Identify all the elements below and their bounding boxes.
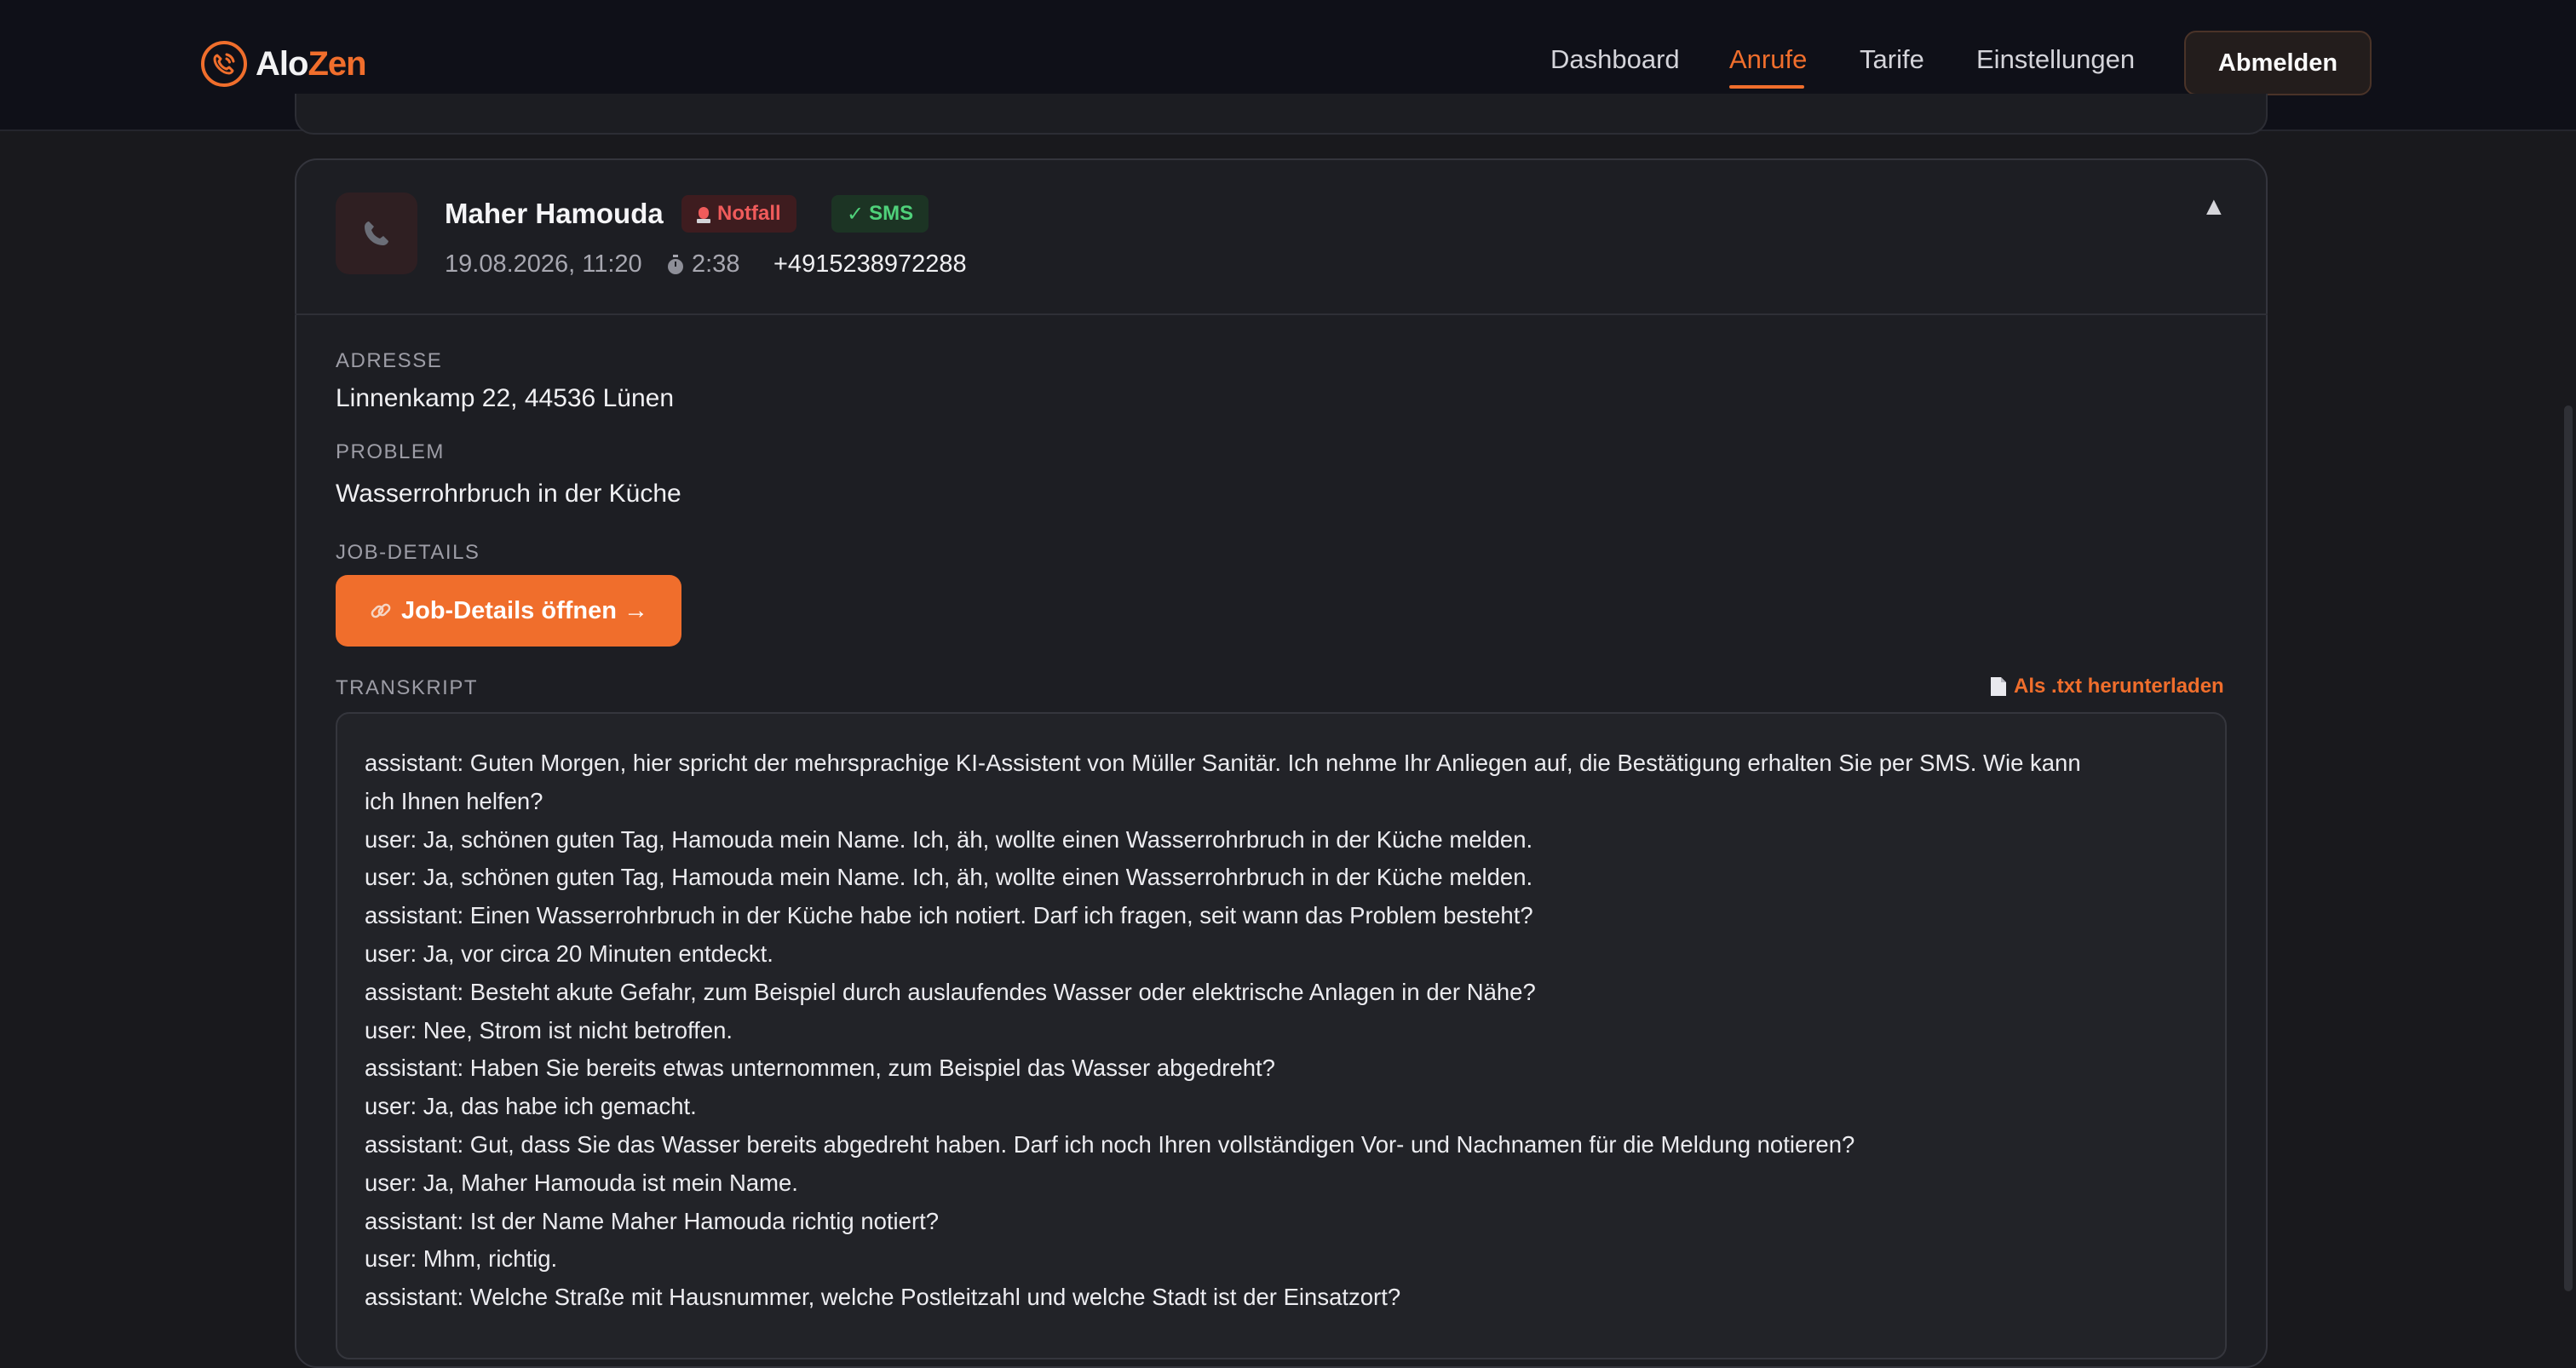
document-icon [1991,677,2006,696]
transcript-line: assistant: Welche Straße mit Hausnummer,… [365,1284,1401,1311]
emergency-badge-label: Notfall [717,202,781,225]
logo-wordmark: AloZen [256,44,367,83]
siren-icon [697,207,710,223]
call-duration-value: 2:38 [692,250,740,278]
call-duration: 2:38 [666,250,739,279]
transcript-line: assistant: Haben Sie bereits etwas unter… [365,1055,1275,1082]
nav-link-dashboard[interactable]: Dashboard [1550,44,1680,75]
download-txt-label: Als .txt herunterladen [2014,675,2224,698]
transcript-line: assistant: Einen Wasserrohrbruch in der … [365,902,1533,929]
transcript-line: assistant: Besteht akute Gefahr, zum Bei… [365,978,1536,1005]
download-txt-link[interactable]: Als .txt herunterladen [1990,675,2224,698]
open-job-details-label: Job-Details öffnen → [400,596,648,624]
address-value: Linnenkamp 22, 44536 Lünen [336,384,675,412]
logo-text-part1: Alo [256,44,308,83]
transcript-line: user: Ja, schönen guten Tag, Hamouda mei… [365,825,1533,853]
transcript-line: ich Ihnen helfen? [365,787,543,814]
emergency-badge: Notfall [681,195,796,233]
phone-icon [365,221,388,245]
collapse-toggle-icon[interactable]: ▲ [2201,193,2227,221]
transcript-line: user: Mhm, richtig. [365,1245,558,1273]
active-nav-indicator [1729,85,1804,89]
transcript-line: assistant: Gut, dass Sie das Wasser bere… [365,1130,1855,1158]
previous-call-card [295,94,2268,135]
transcript-line: user: Ja, Maher Hamouda ist mein Name. [365,1169,798,1196]
caller-name: Maher Hamouda [445,198,664,229]
open-job-details-button[interactable]: Job-Details öffnen → [336,575,681,647]
stopwatch-icon [668,254,683,274]
logout-button[interactable]: Abmelden [2184,31,2372,95]
job-details-label: JOB-DETAILS [336,541,480,564]
transcript-box[interactable]: assistant: Guten Morgen, hier spricht de… [336,712,2227,1359]
sms-status-badge: ✓ SMS [831,195,929,233]
address-label: ADRESSE [336,349,443,372]
nav-link-anrufe[interactable]: Anrufe [1729,44,1807,75]
page-scrollbar[interactable] [2564,405,2573,1291]
transcript-line: user: Ja, das habe ich gemacht. [365,1093,697,1120]
card-header-divider [295,313,2268,315]
transcript-line: user: Ja, schönen guten Tag, Hamouda mei… [365,864,1533,891]
transcript-line: assistant: Ist der Name Maher Hamouda ri… [365,1207,940,1234]
logo-text-part2: Zen [308,44,366,83]
transcript-line: assistant: Guten Morgen, hier spricht de… [365,750,2081,776]
transcript-line: user: Ja, vor circa 20 Minuten entdeckt. [365,940,773,967]
transcript-line: user: Nee, Strom ist nicht betroffen. [365,1016,733,1043]
problem-value: Wasserrohrbruch in der Küche [336,480,681,508]
nav-link-einstellungen[interactable]: Einstellungen [1976,44,2135,75]
transcript-label: TRANSKRIPT [336,676,479,699]
problem-label: PROBLEM [336,440,445,463]
call-datetime: 19.08.2026, 11:20 [445,250,642,278]
caller-phone-number[interactable]: +4915238972288 [773,250,967,279]
call-avatar [336,193,417,274]
phone-call-logo-icon [201,41,247,87]
nav-link-tarife[interactable]: Tarife [1860,44,1924,75]
checkmark-icon: ✓ [847,202,865,226]
app-logo[interactable]: AloZen [199,37,367,90]
sms-badge-label: SMS [869,202,914,225]
link-icon [371,603,391,618]
